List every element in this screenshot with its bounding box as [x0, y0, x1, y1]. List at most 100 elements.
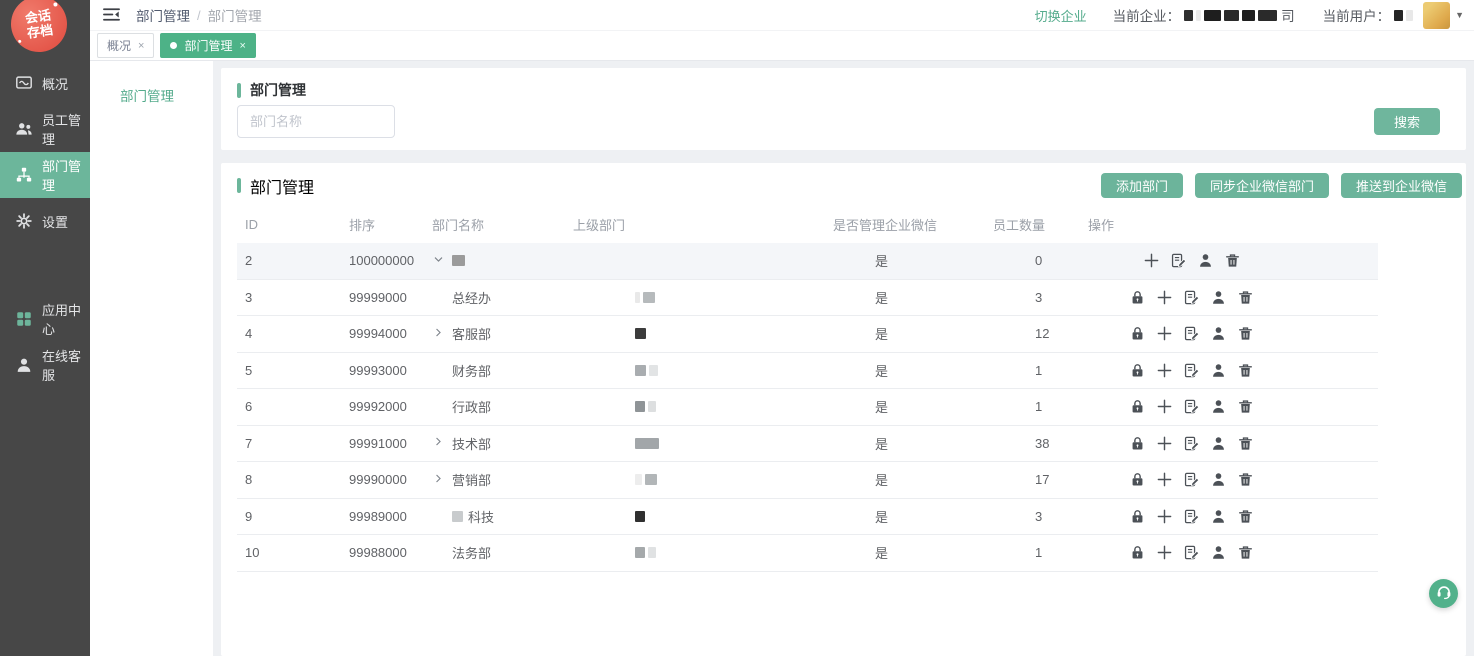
online-help-button[interactable]: [1429, 579, 1458, 608]
tab-label: 概况: [107, 37, 131, 54]
expand-caret-slot: [432, 435, 452, 451]
plus-icon[interactable]: [1156, 289, 1173, 306]
tab-部门管理[interactable]: 部门管理×: [160, 33, 255, 58]
table-button-同步企业微信部门[interactable]: 同步企业微信部门: [1195, 173, 1329, 198]
trash-icon[interactable]: [1237, 362, 1254, 379]
sidebar-item-chart[interactable]: 概况: [0, 60, 90, 106]
edit-icon[interactable]: [1170, 252, 1187, 269]
redacted-block: [649, 365, 658, 376]
search-button[interactable]: 搜索: [1374, 108, 1440, 135]
lock-icon[interactable]: [1129, 471, 1146, 488]
table-button-推送到企业微信[interactable]: 推送到企业微信: [1341, 173, 1462, 198]
sidebar-item-service[interactable]: 在线客服: [0, 342, 90, 388]
plus-icon[interactable]: [1156, 544, 1173, 561]
switch-company-link[interactable]: 切换企业: [1035, 6, 1087, 25]
cell-sort: 99990000: [341, 472, 424, 487]
trash-icon[interactable]: [1237, 398, 1254, 415]
user-icon[interactable]: [1210, 435, 1227, 452]
cell-employee-count: 12: [985, 326, 1080, 341]
sidebar-item-apps[interactable]: 应用中心: [0, 296, 90, 342]
lock-icon[interactable]: [1129, 362, 1146, 379]
edit-icon[interactable]: [1183, 325, 1200, 342]
lock-icon[interactable]: [1129, 544, 1146, 561]
redacted-parent-block: [635, 511, 645, 522]
cell-parent-department: [565, 438, 825, 449]
user-avatar[interactable]: [1423, 2, 1450, 29]
edit-icon[interactable]: [1183, 289, 1200, 306]
sidebar-item-gear[interactable]: 设置: [0, 198, 90, 244]
lock-icon[interactable]: [1129, 289, 1146, 306]
user-icon[interactable]: [1197, 252, 1214, 269]
cell-sort: 99988000: [341, 545, 424, 560]
breadcrumb-root[interactable]: 部门管理: [136, 5, 190, 25]
user-icon[interactable]: [1210, 289, 1227, 306]
edit-icon[interactable]: [1183, 508, 1200, 525]
trash-icon[interactable]: [1237, 289, 1254, 306]
plus-icon[interactable]: [1156, 398, 1173, 415]
tab-概况[interactable]: 概况 ×: [97, 33, 154, 58]
plus-icon[interactable]: [1156, 435, 1173, 452]
cell-actions: [1080, 325, 1378, 342]
trash-icon[interactable]: [1237, 508, 1254, 525]
plus-icon[interactable]: [1156, 508, 1173, 525]
plus-icon[interactable]: [1143, 252, 1160, 269]
trash-icon[interactable]: [1237, 544, 1254, 561]
trash-icon[interactable]: [1237, 471, 1254, 488]
sidebar-item-org[interactable]: 部门管理: [0, 152, 90, 198]
current-company-suffix: 司: [1281, 5, 1295, 25]
table-title-text: 部门管理: [250, 174, 314, 198]
edit-icon[interactable]: [1183, 398, 1200, 415]
lock-icon[interactable]: [1129, 398, 1146, 415]
cell-manage-wechat: 是: [825, 361, 985, 380]
cell-employee-count: 1: [985, 363, 1080, 378]
redacted-block: [648, 401, 656, 412]
cell-parent-department: [565, 511, 825, 522]
tab-close-icon[interactable]: ×: [239, 40, 245, 52]
user-icon[interactable]: [1210, 508, 1227, 525]
caret-right-icon[interactable]: [432, 326, 445, 342]
edit-icon[interactable]: [1183, 544, 1200, 561]
lock-icon[interactable]: [1129, 508, 1146, 525]
redacted-name-block: [452, 511, 463, 522]
redacted-block: [1224, 10, 1239, 21]
breadcrumb-current: 部门管理: [208, 5, 262, 25]
subsidebar-item-部门管理[interactable]: 部门管理: [90, 61, 213, 105]
cell-manage-wechat: 是: [825, 543, 985, 562]
redacted-block: [635, 474, 642, 485]
plus-icon[interactable]: [1156, 362, 1173, 379]
department-table-card: 部门管理 添加部门同步企业微信部门推送到企业微信 ID排序部门名称上级部门是否管…: [221, 163, 1466, 656]
edit-icon[interactable]: [1183, 471, 1200, 488]
plus-icon[interactable]: [1156, 471, 1173, 488]
cell-actions: [1080, 435, 1378, 452]
user-icon[interactable]: [1210, 471, 1227, 488]
caret-right-icon[interactable]: [432, 472, 445, 488]
redacted-parent-block: [635, 474, 657, 485]
sidebar-item-label: 应用中心: [42, 300, 90, 338]
redacted-parent-block: [635, 438, 659, 449]
cell-parent-department: [565, 328, 825, 339]
caret-down-icon[interactable]: [432, 253, 445, 269]
user-icon[interactable]: [1210, 325, 1227, 342]
department-name-input[interactable]: [237, 105, 395, 138]
lock-icon[interactable]: [1129, 325, 1146, 342]
user-icon[interactable]: [1210, 398, 1227, 415]
redacted-parent-block: [635, 328, 646, 339]
lock-icon[interactable]: [1129, 435, 1146, 452]
user-icon[interactable]: [1210, 544, 1227, 561]
edit-icon[interactable]: [1183, 435, 1200, 452]
edit-icon[interactable]: [1183, 362, 1200, 379]
table-button-添加部门[interactable]: 添加部门: [1101, 173, 1183, 198]
caret-right-icon[interactable]: [432, 435, 445, 451]
tab-close-icon[interactable]: ×: [138, 40, 144, 52]
trash-icon[interactable]: [1237, 325, 1254, 342]
cell-actions: [1080, 471, 1378, 488]
sidebar-item-users[interactable]: 员工管理: [0, 106, 90, 152]
user-icon[interactable]: [1210, 362, 1227, 379]
cell-actions: [1080, 252, 1378, 269]
trash-icon[interactable]: [1237, 435, 1254, 452]
cell-sort: 99989000: [341, 509, 424, 524]
user-dropdown-caret-icon[interactable]: ▼: [1455, 10, 1464, 20]
trash-icon[interactable]: [1224, 252, 1241, 269]
collapse-menu-icon[interactable]: [102, 5, 122, 25]
plus-icon[interactable]: [1156, 325, 1173, 342]
